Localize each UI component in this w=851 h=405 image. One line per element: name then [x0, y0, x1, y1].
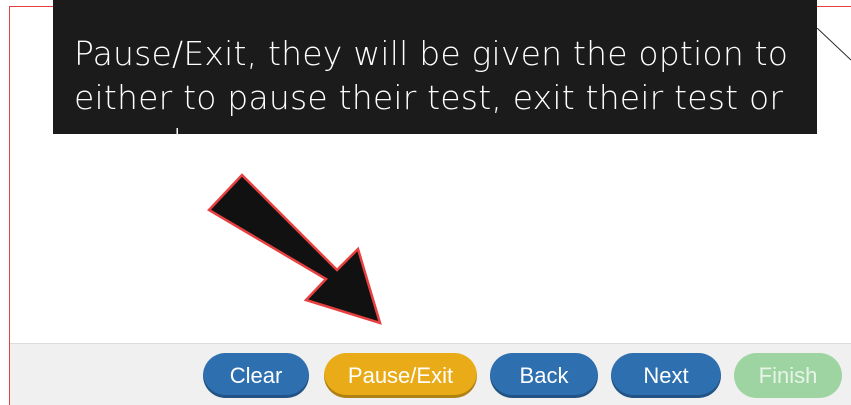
- finish-button[interactable]: Finish: [734, 353, 842, 398]
- pause-exit-button[interactable]: Pause/Exit: [324, 353, 477, 398]
- instruction-callout: Pause/Exit, they will be given the optio…: [53, 0, 817, 134]
- arrow-down-right-icon: [207, 173, 382, 325]
- back-button[interactable]: Back: [490, 353, 598, 398]
- clear-button[interactable]: Clear: [203, 353, 309, 398]
- callout-text: Pause/Exit, they will be given the optio…: [74, 34, 789, 134]
- next-button[interactable]: Next: [611, 353, 721, 398]
- callout-leader-line: [817, 28, 851, 61]
